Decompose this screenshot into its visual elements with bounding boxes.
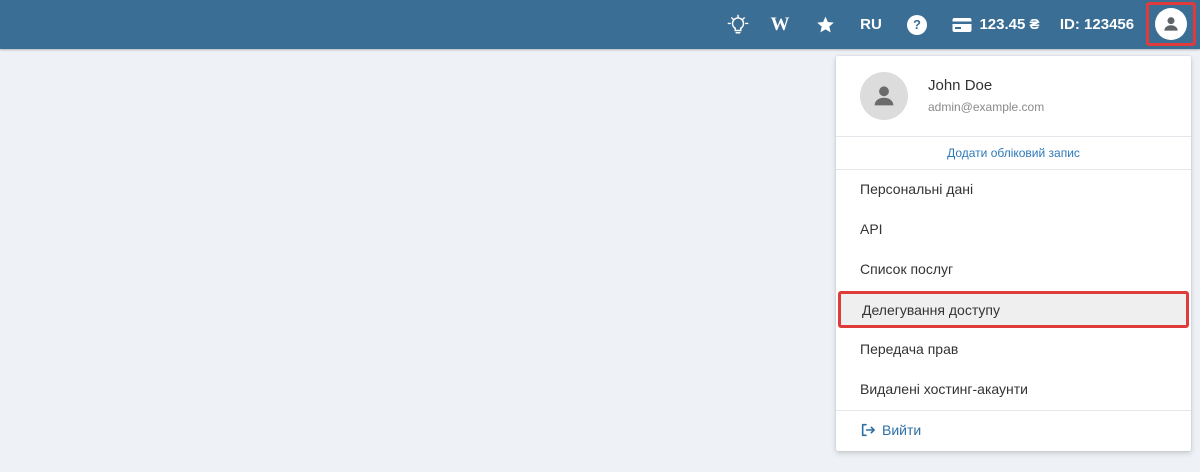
logout-icon	[861, 423, 875, 437]
user-avatar-icon	[860, 72, 908, 120]
menu-item-personal-data[interactable]: Персональні дані	[836, 169, 1191, 209]
star-icon[interactable]	[813, 0, 837, 49]
menu-item-access-delegation[interactable]: Делегування доступу	[838, 291, 1189, 328]
credit-card-icon	[952, 17, 972, 32]
balance-amount: 123.45 ₴	[979, 16, 1040, 33]
menu-item-services-list[interactable]: Список послуг	[836, 249, 1191, 289]
balance-button[interactable]: 123.45 ₴	[951, 0, 1041, 49]
user-avatar-icon	[1155, 8, 1187, 40]
top-navigation-bar: W RU ? 123.45 ₴ ID: 123456	[0, 0, 1200, 49]
user-email: admin@example.com	[928, 100, 1045, 114]
profile-header: John Doe admin@example.com	[836, 56, 1191, 137]
logout-label: Вийти	[882, 422, 922, 438]
user-dropdown-menu: John Doe admin@example.com Додати обліко…	[836, 56, 1191, 451]
help-circle: ?	[907, 14, 927, 35]
menu-item-api[interactable]: API	[836, 209, 1191, 249]
menu-divider	[836, 410, 1191, 411]
logout-button[interactable]: Вийти	[860, 420, 921, 440]
menu-item-rights-transfer[interactable]: Передача прав	[836, 329, 1191, 369]
lightbulb-icon[interactable]	[726, 0, 750, 49]
user-name: John Doe	[928, 77, 993, 94]
add-account-link[interactable]: Додати обліковий запис	[836, 136, 1191, 170]
help-icon[interactable]: ?	[905, 0, 929, 49]
account-id: ID: 123456	[1059, 16, 1135, 33]
user-menu-button[interactable]	[1146, 2, 1196, 46]
language-switch[interactable]: RU	[856, 0, 886, 49]
menu-item-deleted-hosting-accounts[interactable]: Видалені хостинг-акаунти	[836, 369, 1191, 409]
wiki-icon[interactable]: W	[766, 0, 794, 49]
